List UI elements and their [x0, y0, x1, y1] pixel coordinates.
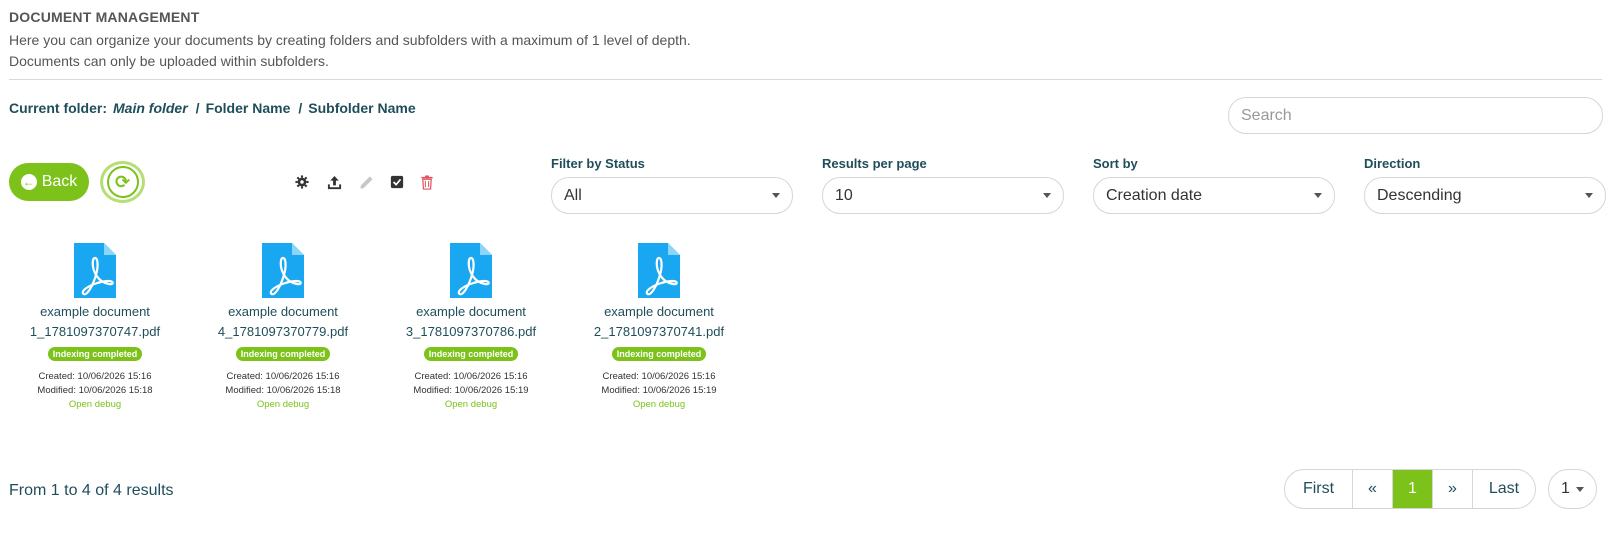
results-per-page-value: 10 — [835, 186, 853, 204]
document-item[interactable]: example document 2_1781097370741.pdf Ind… — [574, 243, 744, 412]
caret-down-icon — [772, 193, 780, 198]
breadcrumb-separator: / — [195, 100, 200, 116]
breadcrumb-main-folder[interactable]: Main folder — [113, 100, 188, 116]
pdf-icon[interactable] — [574, 243, 744, 298]
direction-label: Direction — [1364, 156, 1421, 171]
pagination-current[interactable]: 1 — [1392, 470, 1432, 508]
breadcrumb-folder[interactable]: Folder Name — [206, 100, 291, 116]
results-per-page-label: Results per page — [822, 156, 927, 171]
open-debug-link[interactable]: Open debug — [386, 398, 556, 412]
arrow-left-icon: ← — [20, 174, 37, 190]
modified-date: Modified: 10/06/2026 15:19 — [601, 385, 717, 396]
document-meta: Created: 10/06/2026 15:16 Modified: 10/0… — [198, 370, 368, 398]
created-date: Created: 10/06/2026 15:16 — [38, 371, 152, 382]
results-summary: From 1 to 4 of 4 results — [9, 482, 174, 499]
document-name[interactable]: example document 1_1781097370747.pdf — [10, 302, 180, 342]
pdf-icon[interactable] — [10, 243, 180, 298]
direction-filter: Direction Descending — [1364, 156, 1606, 214]
open-debug-link[interactable]: Open debug — [10, 398, 180, 412]
created-date: Created: 10/06/2026 15:16 — [226, 371, 340, 382]
document-name-line-1: example document — [228, 304, 338, 319]
results-per-page-select[interactable]: 10 — [822, 177, 1064, 214]
breadcrumb-separator: / — [298, 100, 303, 116]
description-line-1: Here you can organize your documents by … — [9, 32, 691, 48]
breadcrumb-subfolder[interactable]: Subfolder Name — [308, 100, 415, 116]
breadcrumb-prefix: Current folder: — [9, 100, 107, 116]
pagination-prev[interactable]: « — [1352, 470, 1392, 508]
status-badge: Indexing completed — [611, 347, 707, 361]
direction-select[interactable]: Descending — [1364, 177, 1606, 214]
document-meta: Created: 10/06/2026 15:16 Modified: 10/0… — [574, 370, 744, 398]
check-square-icon[interactable] — [389, 174, 405, 190]
open-debug-link[interactable]: Open debug — [198, 398, 368, 412]
open-debug-link[interactable]: Open debug — [574, 398, 744, 412]
document-name-line-2: 4_1781097370779.pdf — [217, 324, 349, 339]
refresh-button[interactable]: ⟳ — [100, 161, 145, 203]
caret-down-icon — [1043, 193, 1051, 198]
document-name-line-1: example document — [604, 304, 714, 319]
page-description: Here you can organize your documents by … — [9, 30, 691, 72]
status-filter: Filter by Status All — [551, 156, 793, 214]
pencil-icon[interactable] — [358, 174, 374, 190]
document-meta: Created: 10/06/2026 15:16 Modified: 10/0… — [10, 370, 180, 398]
caret-down-icon — [1585, 193, 1593, 198]
status-filter-select[interactable]: All — [551, 177, 793, 214]
document-item[interactable]: example document 3_1781097370786.pdf Ind… — [386, 243, 556, 412]
page-title: DOCUMENT MANAGEMENT — [9, 9, 200, 25]
sort-by-select[interactable]: Creation date — [1093, 177, 1335, 214]
document-item[interactable]: example document 1_1781097370747.pdf Ind… — [10, 243, 180, 412]
document-name-line-2: 1_1781097370747.pdf — [29, 324, 161, 339]
modified-date: Modified: 10/06/2026 15:18 — [225, 385, 341, 396]
document-name-line-1: example document — [40, 304, 150, 319]
refresh-icon: ⟳ — [106, 166, 139, 198]
status-filter-value: All — [564, 186, 582, 204]
caret-down-icon — [1575, 486, 1584, 492]
status-filter-label: Filter by Status — [551, 156, 645, 171]
document-name[interactable]: example document 2_1781097370741.pdf — [574, 302, 744, 342]
pdf-icon[interactable] — [198, 243, 368, 298]
description-line-2: Documents can only be uploaded within su… — [9, 53, 329, 69]
upload-icon[interactable] — [326, 174, 342, 190]
divider — [9, 79, 1602, 80]
created-date: Created: 10/06/2026 15:16 — [602, 371, 716, 382]
direction-value: Descending — [1377, 186, 1462, 204]
sort-by-filter: Sort by Creation date — [1093, 156, 1335, 214]
status-badge: Indexing completed — [235, 347, 331, 361]
back-button[interactable]: ← Back — [9, 163, 89, 201]
search-input[interactable] — [1228, 97, 1603, 134]
modified-date: Modified: 10/06/2026 15:19 — [413, 385, 529, 396]
document-item[interactable]: example document 4_1781097370779.pdf Ind… — [198, 243, 368, 412]
pagination-next[interactable]: » — [1432, 470, 1472, 508]
pagination-first[interactable]: First — [1285, 470, 1352, 508]
sort-by-label: Sort by — [1093, 156, 1138, 171]
pdf-icon[interactable] — [386, 243, 556, 298]
document-name-line-2: 3_1781097370786.pdf — [405, 324, 537, 339]
document-name[interactable]: example document 4_1781097370779.pdf — [198, 302, 368, 342]
modified-date: Modified: 10/06/2026 15:18 — [37, 385, 153, 396]
created-date: Created: 10/06/2026 15:16 — [414, 371, 528, 382]
breadcrumb: Current folder: Main folder / Folder Nam… — [9, 100, 416, 116]
trash-icon[interactable] — [419, 174, 435, 190]
back-button-label: Back — [41, 173, 78, 190]
document-name[interactable]: example document 3_1781097370786.pdf — [386, 302, 556, 342]
gear-icon[interactable] — [294, 174, 310, 190]
pagination-last[interactable]: Last — [1472, 470, 1535, 508]
document-meta: Created: 10/06/2026 15:16 Modified: 10/0… — [386, 370, 556, 398]
document-name-line-2: 2_1781097370741.pdf — [593, 324, 725, 339]
status-badge: Indexing completed — [47, 347, 143, 361]
page-number-select[interactable]: 1 — [1548, 469, 1597, 509]
results-per-page-filter: Results per page 10 — [822, 156, 1064, 214]
pagination: First « 1 » Last — [1284, 469, 1536, 509]
page-number-value: 1 — [1561, 480, 1570, 497]
sort-by-value: Creation date — [1106, 186, 1203, 204]
caret-down-icon — [1314, 193, 1322, 198]
status-badge: Indexing completed — [423, 347, 519, 361]
document-name-line-1: example document — [416, 304, 526, 319]
